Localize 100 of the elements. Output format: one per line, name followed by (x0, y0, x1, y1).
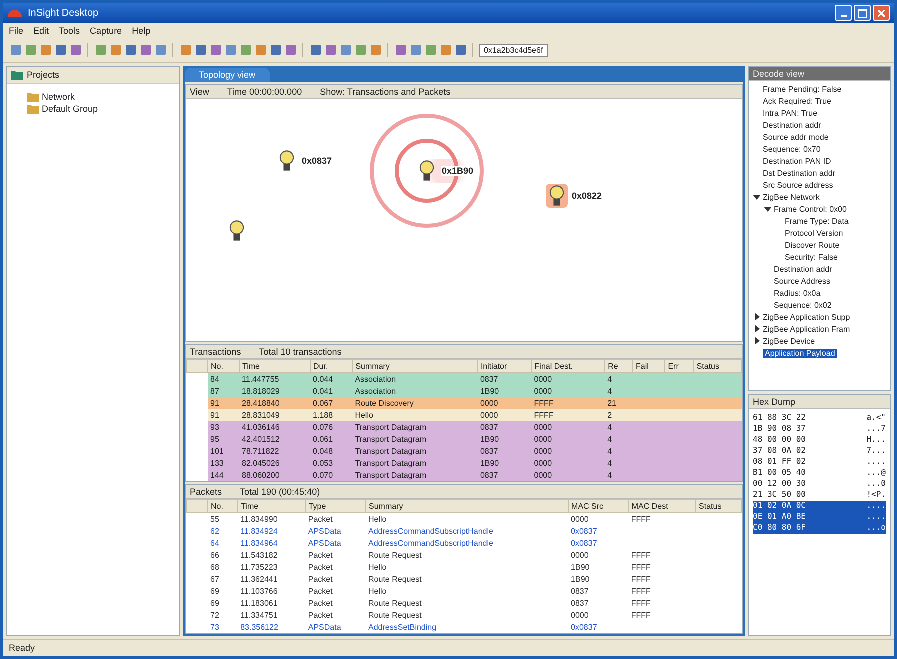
table-cell: 4 (608, 374, 612, 384)
toolbar-icon[interactable] (109, 43, 123, 57)
tree-item[interactable]: Discover Route (785, 240, 840, 250)
toolbar-icon[interactable] (139, 43, 153, 57)
column-header[interactable]: Dur. (310, 360, 352, 372)
tree-item[interactable]: Dst Destination addr (763, 168, 836, 178)
table-cell: 0.061 (313, 434, 334, 444)
tree-item[interactable]: Network (42, 92, 76, 102)
close-button[interactable] (873, 5, 890, 21)
tree-item[interactable]: Destination addr (763, 120, 822, 130)
toolbar-icon[interactable] (324, 43, 338, 57)
table-cell: APSData (308, 622, 342, 632)
transaction-row[interactable]: 84 11.447755 0.044 Association 0837 0000 4 (186, 372, 742, 385)
table-cell: 1.188 (313, 410, 334, 420)
toolbar-icon[interactable] (39, 43, 53, 57)
column-header[interactable]: MAC Src (568, 500, 628, 512)
tree-item[interactable]: Destination PAN ID (763, 156, 832, 166)
toolbar-icon[interactable] (9, 43, 23, 57)
tree-item[interactable]: Source Address (774, 276, 830, 286)
table-cell: 69 (210, 598, 220, 608)
column-header[interactable]: Status (693, 360, 742, 372)
tree-item[interactable]: Src Source address (763, 180, 834, 190)
column-header[interactable]: Time (238, 500, 306, 512)
column-header[interactable]: No. (208, 360, 240, 372)
table-cell: 11.103766 (240, 586, 278, 596)
column-header[interactable]: Time (239, 360, 310, 372)
column-header[interactable]: Summary (352, 360, 478, 372)
column-header[interactable]: MAC Dest (628, 500, 696, 512)
toolbar-icon[interactable] (239, 43, 253, 57)
table-cell: 72 (210, 610, 220, 620)
minimize-button[interactable] (835, 5, 852, 21)
tree-item[interactable]: Frame Control: 0x00 (774, 204, 847, 214)
toolbar-icon[interactable] (454, 43, 468, 57)
tree-item[interactable]: Destination addr (774, 264, 832, 274)
tree-item[interactable]: ZigBee Device (763, 336, 816, 346)
toolbar-icon[interactable] (209, 43, 223, 57)
tree-item[interactable]: Protocol Version (785, 228, 844, 238)
toolbar-icon[interactable] (269, 43, 283, 57)
column-header[interactable]: Status (696, 500, 742, 512)
toolbar-icon[interactable] (154, 43, 168, 57)
toolbar-icon[interactable] (354, 43, 368, 57)
menu-item[interactable]: Help (132, 26, 151, 36)
column-header[interactable]: Fail (632, 360, 665, 372)
table-cell: 1B90 (480, 434, 500, 444)
address-field[interactable]: 0x1a2b3c4d5e6f (479, 44, 548, 56)
column-header[interactable]: Type (305, 500, 366, 512)
expand-icon[interactable] (753, 325, 761, 333)
menu-item[interactable]: Edit (34, 26, 50, 36)
column-header[interactable]: Initiator (477, 360, 532, 372)
column-header[interactable]: No. (208, 500, 238, 512)
toolbar-icon[interactable] (54, 43, 68, 57)
menu-item[interactable]: Tools (59, 26, 80, 36)
toolbar-icon[interactable] (179, 43, 193, 57)
tree-item[interactable]: ZigBee Network (763, 192, 820, 202)
menu-item[interactable]: File (9, 26, 24, 36)
toolbar-icon[interactable] (94, 43, 108, 57)
tree-item[interactable]: Source addr mode (763, 132, 829, 142)
tree-item[interactable]: Radius: 0x0a (774, 288, 821, 298)
toolbar-icon[interactable] (369, 43, 383, 57)
column-header[interactable]: Err (664, 360, 694, 372)
tree-item[interactable]: Default Group (42, 104, 98, 114)
tree-item[interactable]: Sequence: 0x02 (774, 300, 832, 310)
view-tab[interactable]: Topology view (185, 68, 270, 82)
table-cell: Packet (308, 514, 333, 524)
toolbar-icon[interactable] (124, 43, 138, 57)
toolbar-icon[interactable] (394, 43, 408, 57)
tree-item[interactable]: ZigBee Application Supp (763, 312, 850, 322)
tree-item[interactable]: Intra PAN: True (763, 108, 818, 118)
toolbar-icon[interactable] (254, 43, 268, 57)
tree-item[interactable]: Sequence: 0x70 (763, 144, 821, 154)
toolbar-icon[interactable] (284, 43, 298, 57)
maximize-button[interactable] (854, 5, 871, 21)
tree-item[interactable]: ZigBee Application Fram (763, 324, 850, 334)
toolbar-icon[interactable] (24, 43, 38, 57)
collapse-icon[interactable] (764, 205, 772, 213)
column-header[interactable]: Summary (366, 500, 568, 512)
table-cell: FFFF (631, 598, 651, 608)
table-cell: 0000 (480, 410, 498, 420)
tree-item[interactable]: Frame Type: Data (785, 216, 849, 226)
toolbar-icon[interactable] (309, 43, 323, 57)
collapse-icon[interactable] (753, 193, 761, 201)
tree-item[interactable]: Ack Required: True (763, 96, 832, 106)
menu-item[interactable]: Capture (90, 26, 122, 36)
toolbar-icon[interactable] (339, 43, 353, 57)
toolbar-icon[interactable] (224, 43, 238, 57)
expand-icon[interactable] (753, 313, 761, 321)
tree-item[interactable]: Application Payload (763, 348, 838, 358)
column-header[interactable]: Final Dest. (531, 360, 605, 372)
toolbar-icon[interactable] (69, 43, 83, 57)
column-header[interactable]: Re (604, 360, 632, 372)
table-cell: 91 (210, 410, 220, 420)
device-node-icon[interactable] (546, 184, 568, 208)
toolbar-icon[interactable] (194, 43, 208, 57)
expand-icon[interactable] (753, 337, 761, 345)
tree-item[interactable]: Frame Pending: False (763, 84, 842, 94)
hex-bytes: 0E 01 A0 BE (753, 512, 806, 523)
toolbar-icon[interactable] (409, 43, 423, 57)
toolbar-icon[interactable] (439, 43, 453, 57)
toolbar-icon[interactable] (424, 43, 438, 57)
tree-item[interactable]: Security: False (785, 252, 838, 262)
